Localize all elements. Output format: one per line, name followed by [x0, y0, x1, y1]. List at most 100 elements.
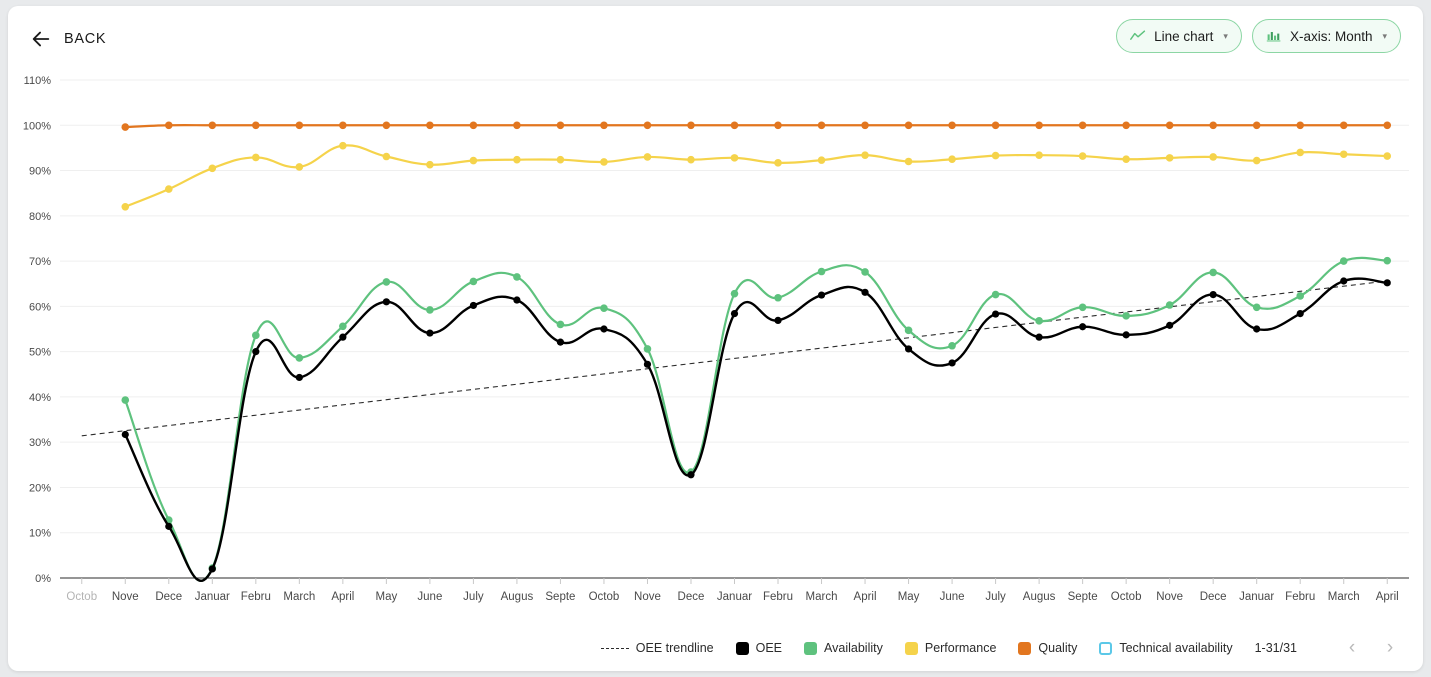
data-point-quality[interactable] [252, 121, 260, 130]
data-point-availability[interactable] [295, 354, 304, 362]
data-point-availability[interactable] [121, 396, 130, 404]
pagination-prev-button[interactable]: ‹ [1335, 631, 1369, 665]
data-point-availability[interactable] [991, 290, 1000, 299]
data-point-performance[interactable] [948, 155, 956, 164]
data-point-performance[interactable] [1296, 148, 1305, 157]
data-point-performance[interactable] [1209, 153, 1217, 161]
back-button[interactable]: BACK [30, 28, 106, 50]
data-point-availability[interactable] [1122, 312, 1130, 320]
data-point-availability[interactable] [1078, 303, 1087, 312]
data-point-oee[interactable] [861, 288, 869, 296]
data-point-performance[interactable] [469, 156, 478, 165]
line-chart[interactable]: 0% 10% 20% 30% 40% 50% 60% 70% 80% 90% 100% 110% Oct… [8, 62, 1423, 634]
data-point-availability[interactable] [948, 341, 956, 350]
data-point-availability[interactable] [904, 326, 913, 335]
data-point-availability[interactable] [1383, 256, 1392, 265]
data-point-quality[interactable] [1296, 121, 1305, 130]
legend-item-availability[interactable]: Availability [804, 641, 883, 655]
data-point-availability[interactable] [556, 320, 565, 329]
data-point-availability[interactable] [1252, 303, 1261, 312]
legend-item-oee[interactable]: OEE [735, 641, 782, 655]
data-point-performance[interactable] [730, 154, 739, 162]
data-point-quality[interactable] [1122, 121, 1130, 130]
data-point-oee[interactable] [513, 296, 521, 304]
data-point-quality[interactable] [469, 121, 478, 130]
data-point-oee[interactable] [382, 298, 390, 306]
data-point-performance[interactable] [513, 155, 521, 164]
data-point-oee[interactable] [1209, 290, 1217, 299]
data-point-performance[interactable] [600, 158, 608, 166]
data-point-oee[interactable] [600, 325, 608, 333]
data-point-oee[interactable] [426, 329, 434, 337]
data-point-quality[interactable] [948, 121, 956, 130]
legend-item-oee-trendline[interactable]: OEE trendline [600, 641, 714, 655]
data-point-performance[interactable] [339, 141, 347, 150]
data-point-quality[interactable] [991, 121, 1000, 130]
data-point-oee[interactable] [687, 471, 695, 479]
data-point-performance[interactable] [426, 160, 434, 169]
data-point-performance[interactable] [1078, 152, 1087, 160]
data-point-oee[interactable] [1035, 333, 1043, 341]
data-point-oee[interactable] [121, 430, 129, 439]
data-point-availability[interactable] [1339, 257, 1348, 265]
chart-type-dropdown[interactable]: Line chart ▾ [1116, 19, 1242, 53]
data-point-oee[interactable] [991, 310, 1000, 318]
data-point-oee[interactable] [1122, 331, 1130, 339]
data-point-oee[interactable] [1079, 323, 1087, 331]
data-point-oee[interactable] [1253, 325, 1261, 333]
data-point-quality[interactable] [1383, 121, 1392, 130]
data-point-performance[interactable] [382, 152, 391, 161]
data-point-oee[interactable] [643, 360, 652, 368]
data-point-quality[interactable] [295, 121, 304, 130]
legend-item-performance[interactable]: Performance [904, 641, 996, 655]
data-point-quality[interactable] [1165, 121, 1174, 130]
data-point-quality[interactable] [1209, 121, 1217, 130]
data-point-quality[interactable] [1252, 121, 1261, 130]
data-point-availability[interactable] [339, 322, 347, 331]
data-point-oee[interactable] [730, 310, 739, 318]
data-point-quality[interactable] [643, 121, 652, 130]
data-point-availability[interactable] [469, 277, 478, 286]
data-point-oee[interactable] [948, 359, 956, 367]
data-point-quality[interactable] [687, 121, 695, 130]
data-point-oee[interactable] [208, 565, 216, 573]
data-point-performance[interactable] [904, 157, 913, 166]
data-point-quality[interactable] [1078, 121, 1087, 130]
data-point-quality[interactable] [426, 121, 434, 130]
data-point-performance[interactable] [687, 155, 695, 164]
data-point-performance[interactable] [208, 164, 217, 173]
data-point-oee[interactable] [774, 316, 782, 324]
xaxis-dropdown[interactable]: X-axis: Month ▾ [1251, 19, 1401, 53]
data-point-oee[interactable] [817, 291, 826, 299]
data-point-performance[interactable] [252, 153, 260, 162]
data-point-availability[interactable] [861, 268, 869, 276]
data-point-oee[interactable] [1166, 321, 1174, 329]
data-point-performance[interactable] [556, 155, 565, 164]
legend-item-quality[interactable]: Quality [1018, 641, 1077, 655]
data-point-availability[interactable] [1296, 292, 1305, 300]
data-point-availability[interactable] [1035, 317, 1043, 325]
data-point-quality[interactable] [1339, 121, 1348, 130]
data-point-performance[interactable] [1035, 151, 1043, 159]
data-point-availability[interactable] [1165, 301, 1174, 309]
data-point-performance[interactable] [164, 185, 173, 193]
data-point-quality[interactable] [556, 121, 565, 130]
data-point-oee[interactable] [295, 373, 303, 382]
data-point-oee[interactable] [1296, 310, 1304, 318]
data-point-performance[interactable] [1383, 152, 1392, 160]
data-point-quality[interactable] [513, 121, 521, 130]
data-point-performance[interactable] [1339, 150, 1348, 159]
data-point-quality[interactable] [208, 121, 217, 130]
data-point-quality[interactable] [121, 123, 130, 131]
data-point-availability[interactable] [730, 289, 739, 298]
data-point-availability[interactable] [817, 267, 826, 276]
data-point-performance[interactable] [1122, 155, 1130, 164]
data-point-performance[interactable] [861, 151, 869, 159]
data-point-performance[interactable] [121, 202, 130, 211]
data-point-quality[interactable] [817, 121, 826, 130]
data-point-oee[interactable] [556, 338, 565, 346]
data-point-oee[interactable] [469, 301, 478, 310]
data-point-quality[interactable] [1035, 121, 1043, 130]
data-point-oee[interactable] [339, 333, 347, 341]
data-point-quality[interactable] [339, 121, 347, 130]
